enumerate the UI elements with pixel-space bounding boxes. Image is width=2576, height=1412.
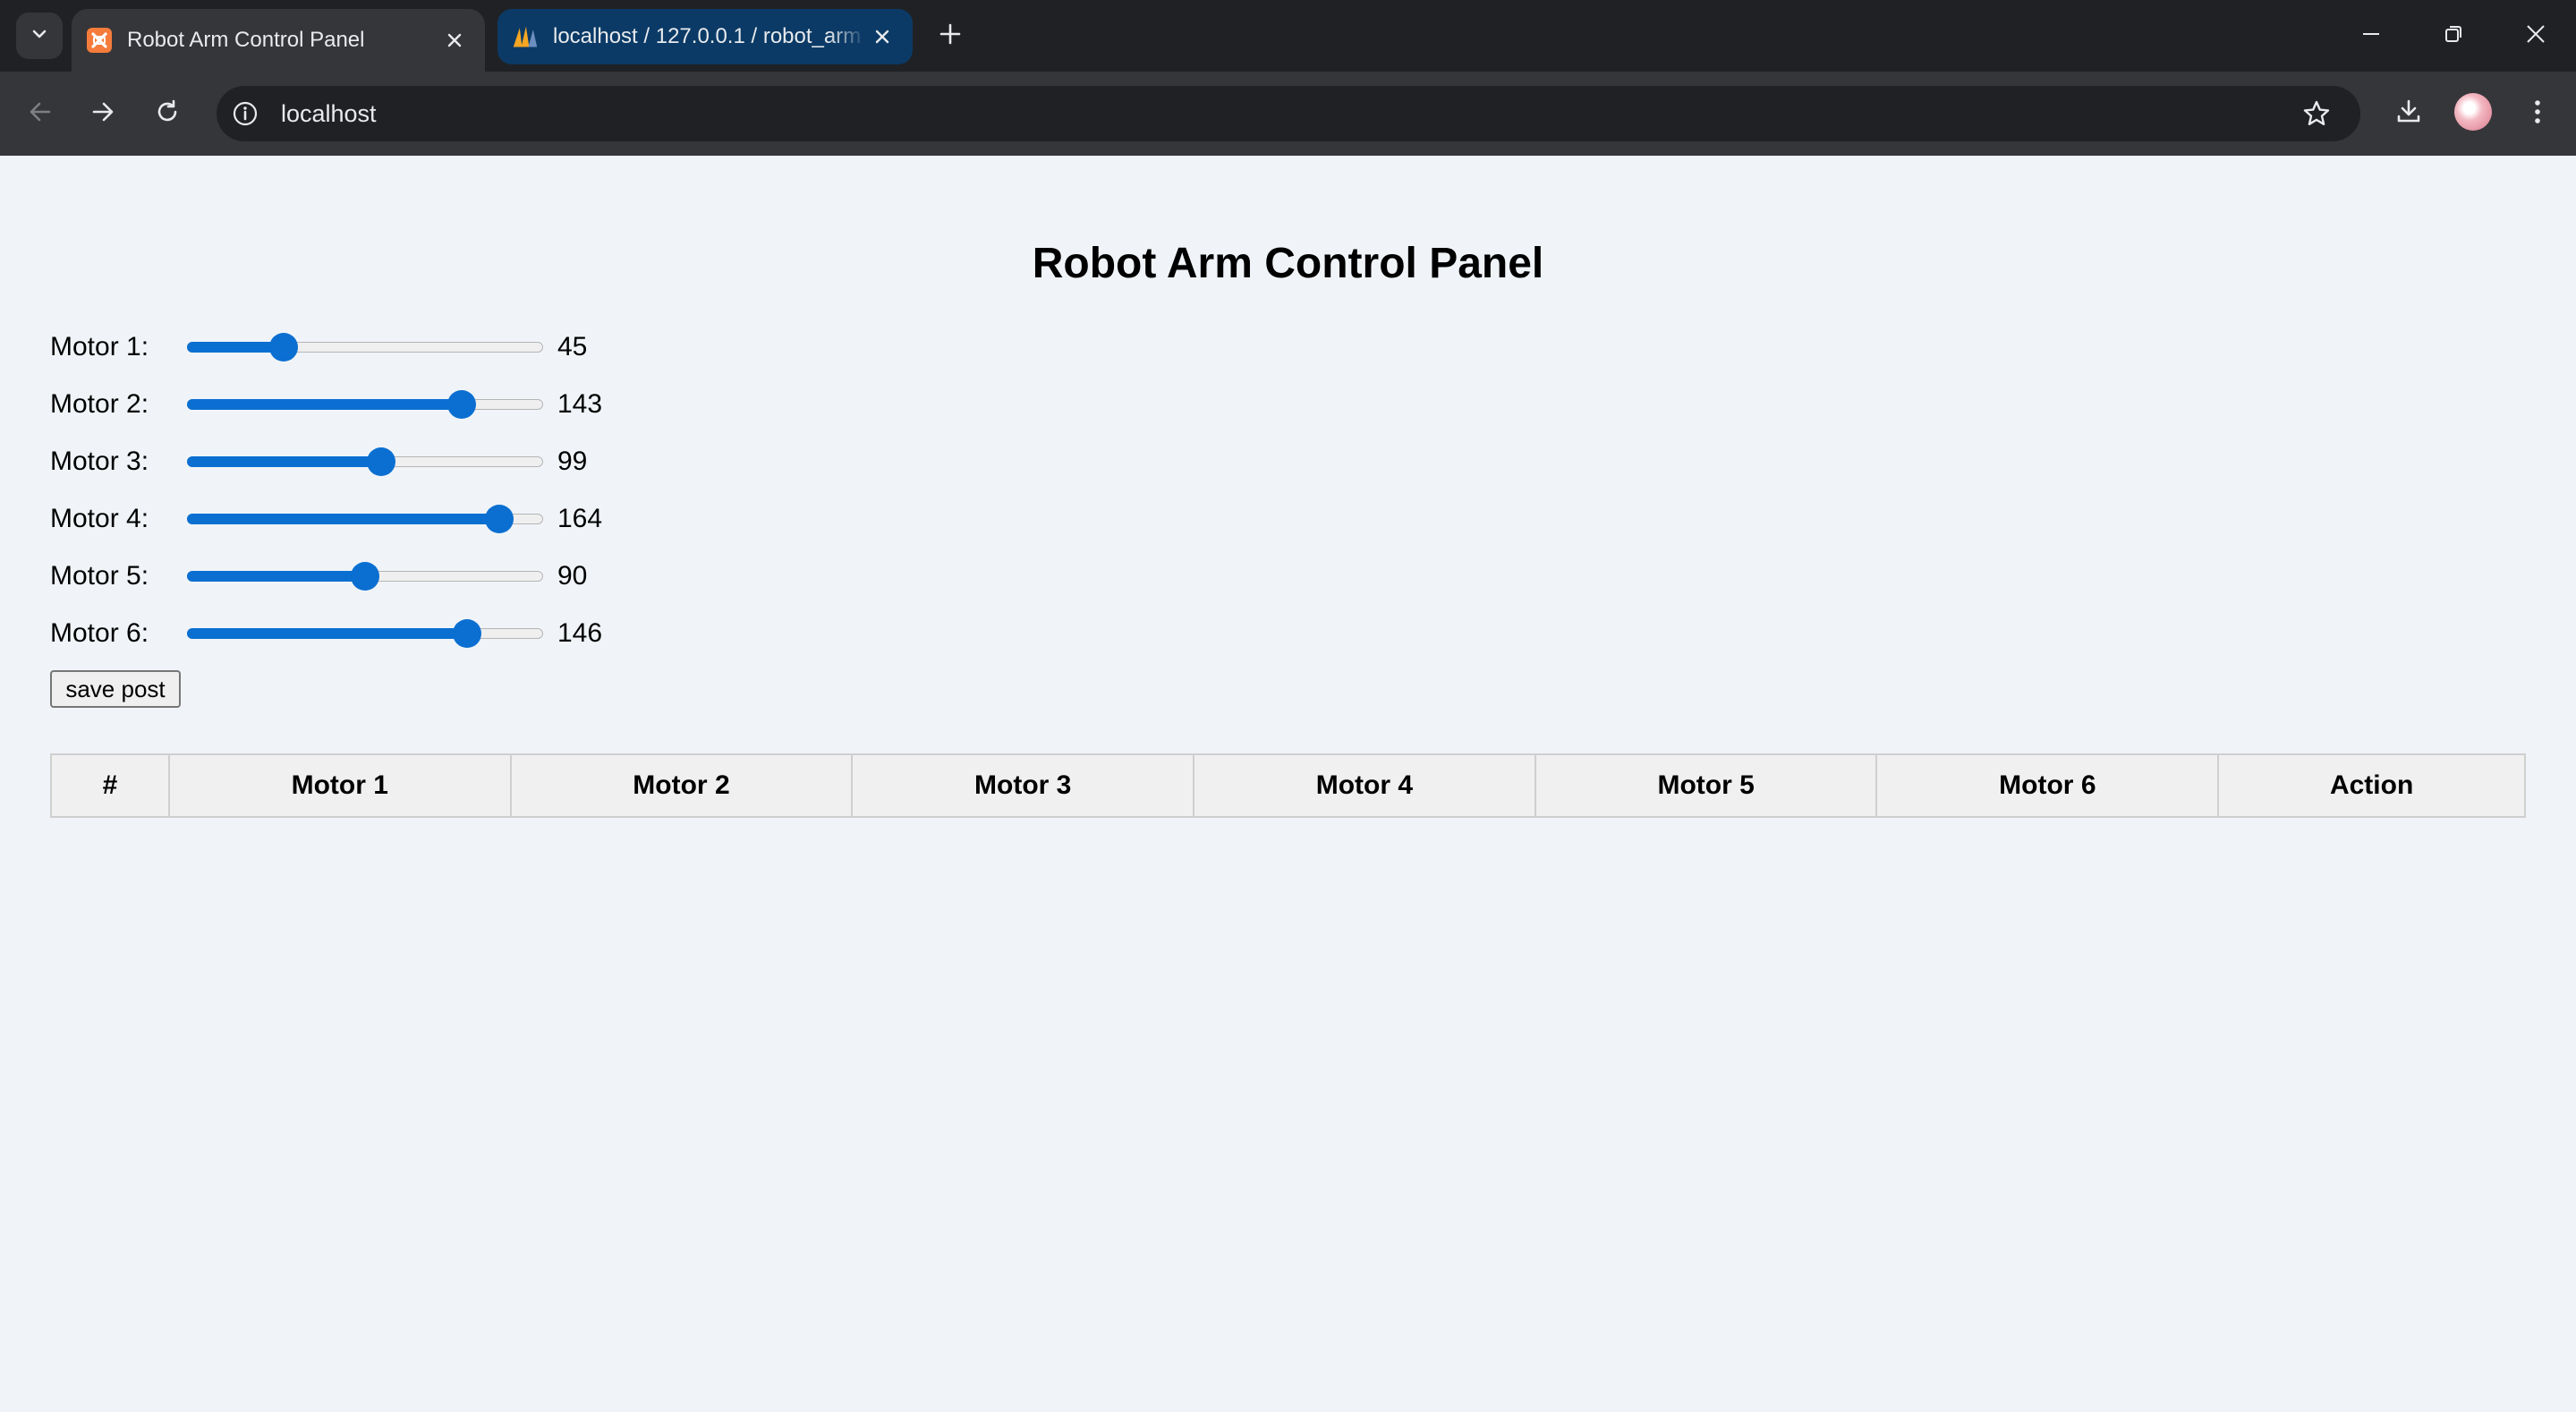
motor-3-value: 99 [557, 447, 588, 476]
motor-2-value: 143 [557, 389, 603, 419]
motor-5-row: Motor 5: 90 [50, 558, 587, 594]
motor-4-label: Motor 4: [50, 504, 149, 533]
column-header-motor-1: Motor 1 [167, 753, 512, 818]
back-button[interactable] [18, 91, 63, 136]
more-vertical-icon [2533, 98, 2542, 130]
slider-thumb[interactable] [351, 562, 379, 591]
column-header-action: Action [2217, 753, 2526, 818]
tab-strip: Robot Arm Control Panel localhost / 127.… [0, 0, 2576, 72]
page-title: Robot Arm Control Panel [1032, 240, 1544, 287]
motor-2-slider[interactable] [187, 387, 543, 422]
phpmyadmin-icon [512, 23, 539, 50]
page-content: Robot Arm Control Panel Motor 1: 45 Moto… [0, 156, 2576, 1412]
address-text: localhost [281, 99, 377, 127]
motor-4-row: Motor 4: 164 [50, 501, 602, 537]
xampp-icon [86, 27, 113, 54]
tab-title: localhost / 127.0.0.1 / robot_arm [553, 24, 862, 48]
tab-search-button[interactable] [16, 13, 63, 59]
column-header-motor-5: Motor 5 [1534, 753, 1878, 818]
motor-6-value: 146 [557, 618, 603, 648]
tab-phpmyadmin[interactable]: localhost / 127.0.0.1 / robot_arm [497, 9, 913, 64]
motor-1-label: Motor 1: [50, 332, 149, 362]
restore-button[interactable] [2425, 13, 2482, 59]
menu-button[interactable] [2515, 91, 2560, 136]
motor-3-label: Motor 3: [50, 447, 149, 476]
minimize-button[interactable] [2342, 13, 2400, 59]
motor-2-row: Motor 2: 143 [50, 387, 602, 422]
reload-button[interactable] [145, 91, 190, 136]
bookmark-star-icon[interactable] [2300, 97, 2334, 131]
slider-thumb[interactable] [446, 390, 476, 419]
close-window-button[interactable] [2507, 13, 2564, 59]
column-header-motor-2: Motor 2 [509, 753, 854, 818]
slider-thumb[interactable] [452, 619, 481, 648]
tab-robot-arm-control-panel[interactable]: Robot Arm Control Panel [72, 9, 485, 72]
slider-thumb[interactable] [268, 333, 298, 362]
column-header-motor-3: Motor 3 [851, 753, 1195, 818]
forward-button[interactable] [81, 91, 125, 136]
slider-thumb[interactable] [367, 447, 396, 476]
close-tab-icon[interactable] [866, 21, 898, 53]
motor-3-row: Motor 3: 99 [50, 444, 587, 480]
motor-4-value: 164 [557, 504, 603, 533]
download-icon [2394, 98, 2423, 131]
motor-5-slider[interactable] [187, 558, 543, 594]
motor-1-row: Motor 1: 45 [50, 329, 587, 365]
save-post-button[interactable]: save post [50, 670, 181, 708]
plus-icon [939, 22, 962, 50]
close-tab-icon[interactable] [438, 24, 471, 56]
column-header-motor-4: Motor 4 [1193, 753, 1536, 818]
tab-title: Robot Arm Control Panel [127, 28, 365, 52]
column-header-motor-6: Motor 6 [1875, 753, 2220, 818]
motor-6-label: Motor 6: [50, 618, 149, 648]
motor-5-value: 90 [557, 561, 588, 591]
motor-2-label: Motor 2: [50, 389, 149, 419]
slider-thumb[interactable] [485, 505, 514, 533]
arrow-left-icon [27, 98, 54, 130]
motor-5-label: Motor 5: [50, 561, 149, 591]
reload-icon [154, 98, 181, 130]
downloads-button[interactable] [2386, 91, 2431, 136]
minimize-icon [2360, 23, 2382, 49]
new-tab-button[interactable] [931, 16, 970, 55]
motor-6-slider[interactable] [187, 616, 543, 651]
restore-icon [2443, 23, 2464, 49]
positions-table: # Motor 1 Motor 2 Motor 3 Motor 4 Motor … [50, 753, 2526, 818]
column-header-index: # [50, 753, 170, 818]
motor-1-value: 45 [557, 332, 588, 362]
arrow-right-icon [89, 98, 116, 130]
site-info-icon[interactable] [229, 98, 261, 130]
motor-6-row: Motor 6: 146 [50, 616, 602, 651]
table-header-row: # Motor 1 Motor 2 Motor 3 Motor 4 Motor … [50, 753, 2526, 818]
profile-avatar[interactable] [2454, 93, 2492, 131]
motor-1-slider[interactable] [187, 329, 543, 365]
motor-3-slider[interactable] [187, 444, 543, 480]
browser-toolbar: localhost [0, 72, 2576, 156]
close-icon [2525, 23, 2546, 49]
address-bar[interactable]: localhost [217, 86, 2360, 141]
chevron-down-icon [30, 24, 49, 48]
motor-4-slider[interactable] [187, 501, 543, 537]
